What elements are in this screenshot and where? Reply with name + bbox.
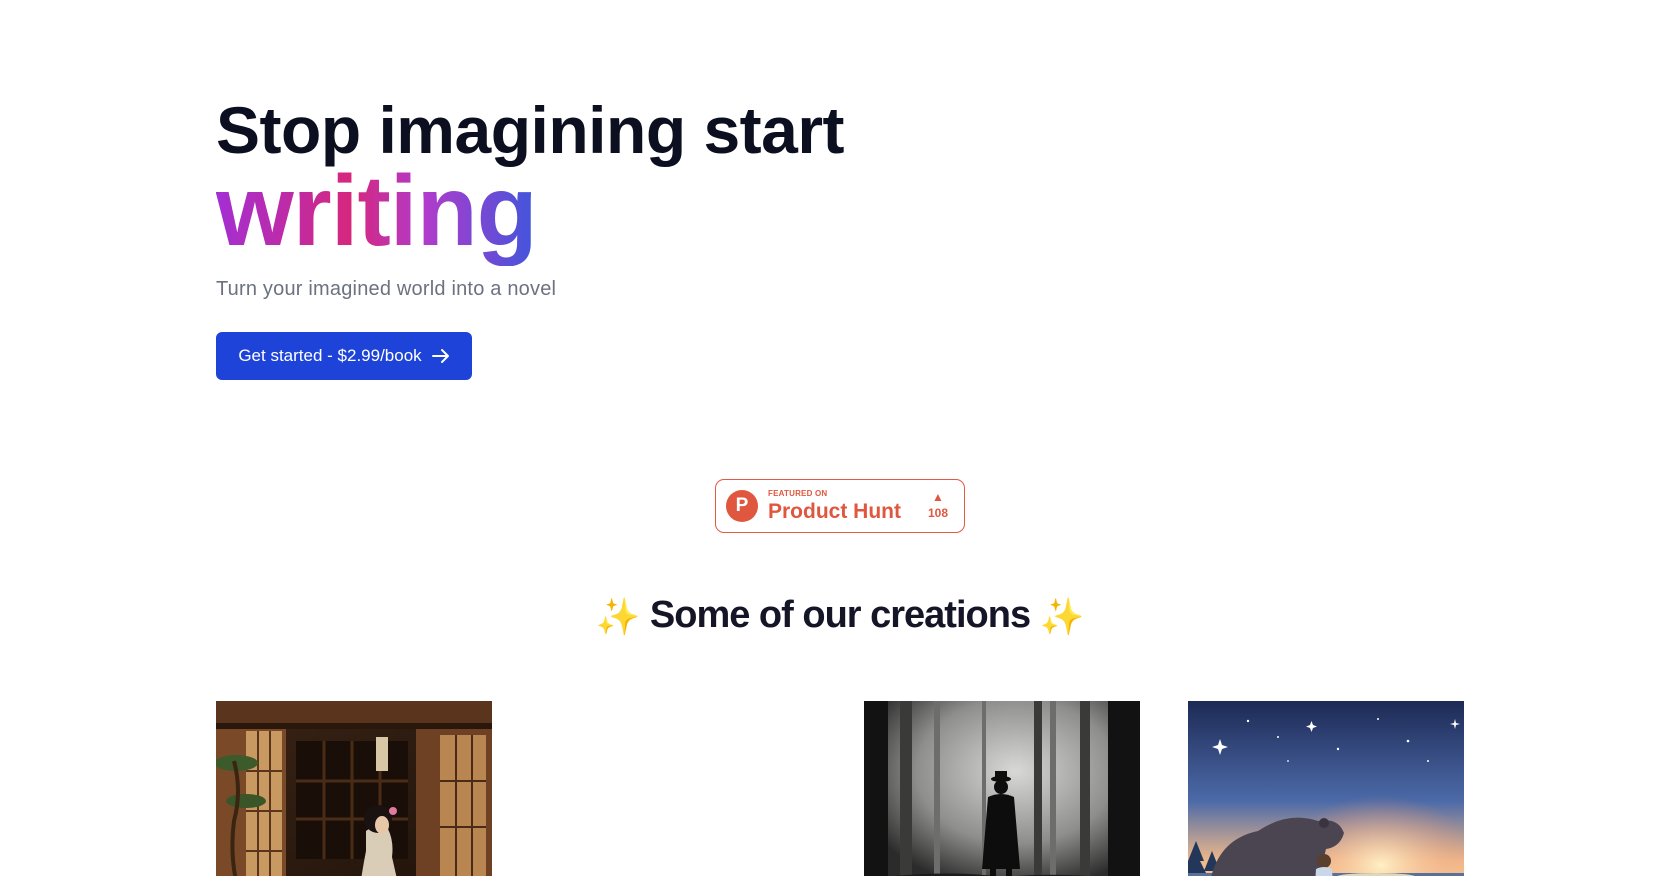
creation-card-forest-man[interactable] — [864, 701, 1140, 876]
product-hunt-vote-count: 108 — [927, 506, 948, 520]
man-in-foggy-forest-illustration — [864, 701, 1140, 876]
arrow-right-icon — [431, 348, 450, 364]
hero-subtitle: Turn your imagined world into a novel — [216, 278, 557, 300]
creations-title: Some of our creations — [649, 594, 1031, 636]
creations-heading: ✨ Some of our creations ✨ — [0, 594, 1680, 638]
product-hunt-featured-label: FEATURED ON — [768, 489, 828, 498]
product-hunt-logo-icon: P — [726, 490, 758, 522]
landing-page: Stop imagining start writing Turn your i… — [0, 0, 1680, 876]
product-hunt-badge[interactable]: P FEATURED ON Product Hunt ▲ 108 — [715, 479, 965, 533]
hero-section: Stop imagining start writing Turn your i… — [216, 92, 845, 301]
get-started-button[interactable]: Get started - $2.99/book — [216, 332, 472, 380]
product-hunt-votes: ▲ 108 — [928, 490, 948, 520]
triangle-up-icon: ▲ — [932, 490, 944, 504]
sparkles-icon: ✨ — [1039, 595, 1085, 637]
creation-card-japanese-woman[interactable] — [216, 701, 492, 876]
product-hunt-text: FEATURED ON Product Hunt — [768, 489, 901, 523]
creation-card-bear-child[interactable] — [1188, 701, 1464, 876]
japanese-woman-kimono-illustration — [216, 701, 492, 876]
product-hunt-name: Product Hunt — [768, 500, 901, 523]
get-started-label: Get started - $2.99/book — [238, 346, 422, 365]
bear-and-child-starry-night-illustration — [1188, 701, 1464, 876]
sparkles-icon: ✨ — [595, 595, 641, 637]
hero-title-highlight: writing — [216, 155, 538, 267]
